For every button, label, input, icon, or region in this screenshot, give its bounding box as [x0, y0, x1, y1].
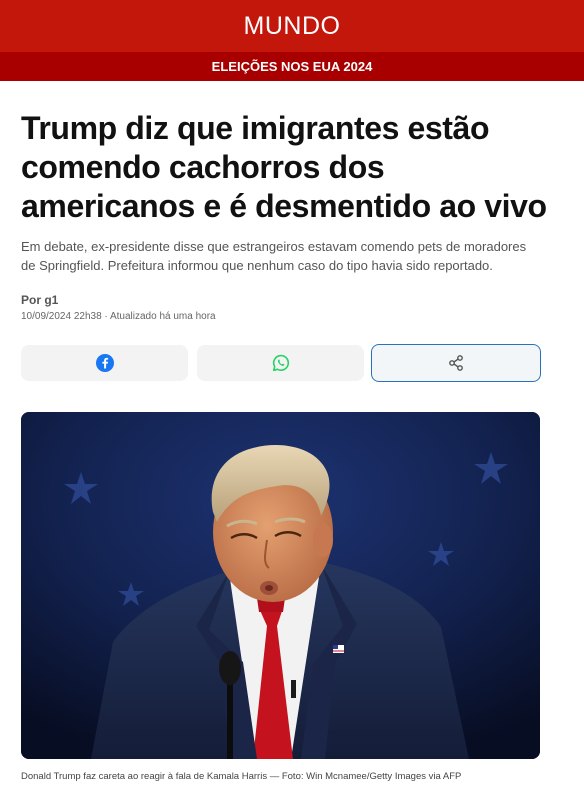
section-title[interactable]: MUNDO	[244, 12, 341, 41]
subsection-header: ELEIÇÕES NOS EUA 2024	[0, 52, 584, 81]
share-more-button[interactable]	[371, 344, 541, 382]
whatsapp-icon	[272, 354, 289, 372]
article-hero-image	[21, 412, 540, 759]
article-headline: Trump diz que imigrantes estão comendo c…	[21, 110, 547, 224]
share-icon	[449, 355, 463, 371]
share-facebook-button[interactable]	[21, 345, 188, 381]
facebook-icon	[95, 354, 114, 372]
share-whatsapp-button[interactable]	[197, 345, 364, 381]
article-dateline: 10/09/2024 22h38 · Atualizado há uma hor…	[21, 311, 216, 322]
section-header: MUNDO	[0, 0, 584, 52]
article-subheadline: Em debate, ex-presidente disse que estra…	[21, 239, 527, 273]
debate-photo	[21, 412, 540, 759]
article-byline: Por g1	[21, 293, 59, 307]
subsection-title[interactable]: ELEIÇÕES NOS EUA 2024	[212, 59, 373, 74]
image-caption: Donald Trump faz careta ao reagir à fala…	[21, 771, 462, 782]
